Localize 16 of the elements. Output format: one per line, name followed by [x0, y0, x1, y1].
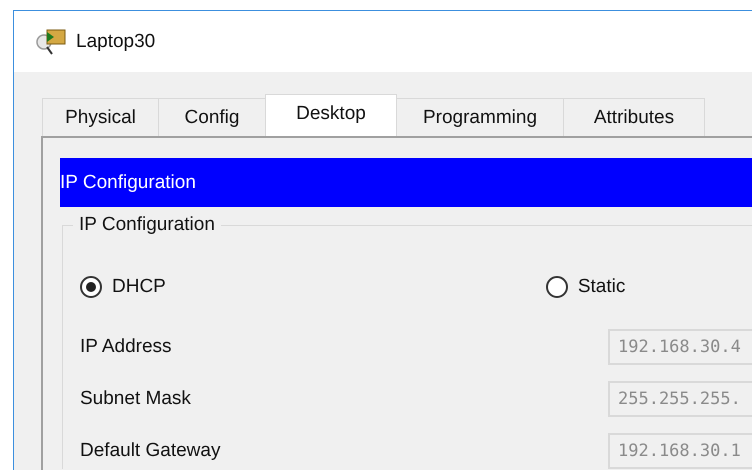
radio-label: Static	[578, 276, 626, 298]
field-label: Subnet Mask	[80, 388, 192, 410]
section-header: IP Configuration	[60, 158, 752, 207]
laptop-icon	[34, 28, 68, 56]
radio-button[interactable]	[80, 276, 102, 298]
group-title: IP Configuration	[73, 214, 221, 236]
radio-option[interactable]: DHCP	[80, 276, 166, 298]
field-label: Default Gateway	[80, 440, 222, 462]
radio-button[interactable]	[546, 276, 568, 298]
radio-option[interactable]: Static	[546, 276, 626, 298]
tab[interactable]: Physical	[42, 98, 159, 136]
tab[interactable]: Attributes	[563, 98, 705, 136]
field-label: IP Address	[80, 336, 173, 358]
radio-label: DHCP	[112, 276, 166, 298]
tab[interactable]: Desktop	[265, 94, 397, 136]
window-title: Laptop30	[76, 30, 156, 52]
